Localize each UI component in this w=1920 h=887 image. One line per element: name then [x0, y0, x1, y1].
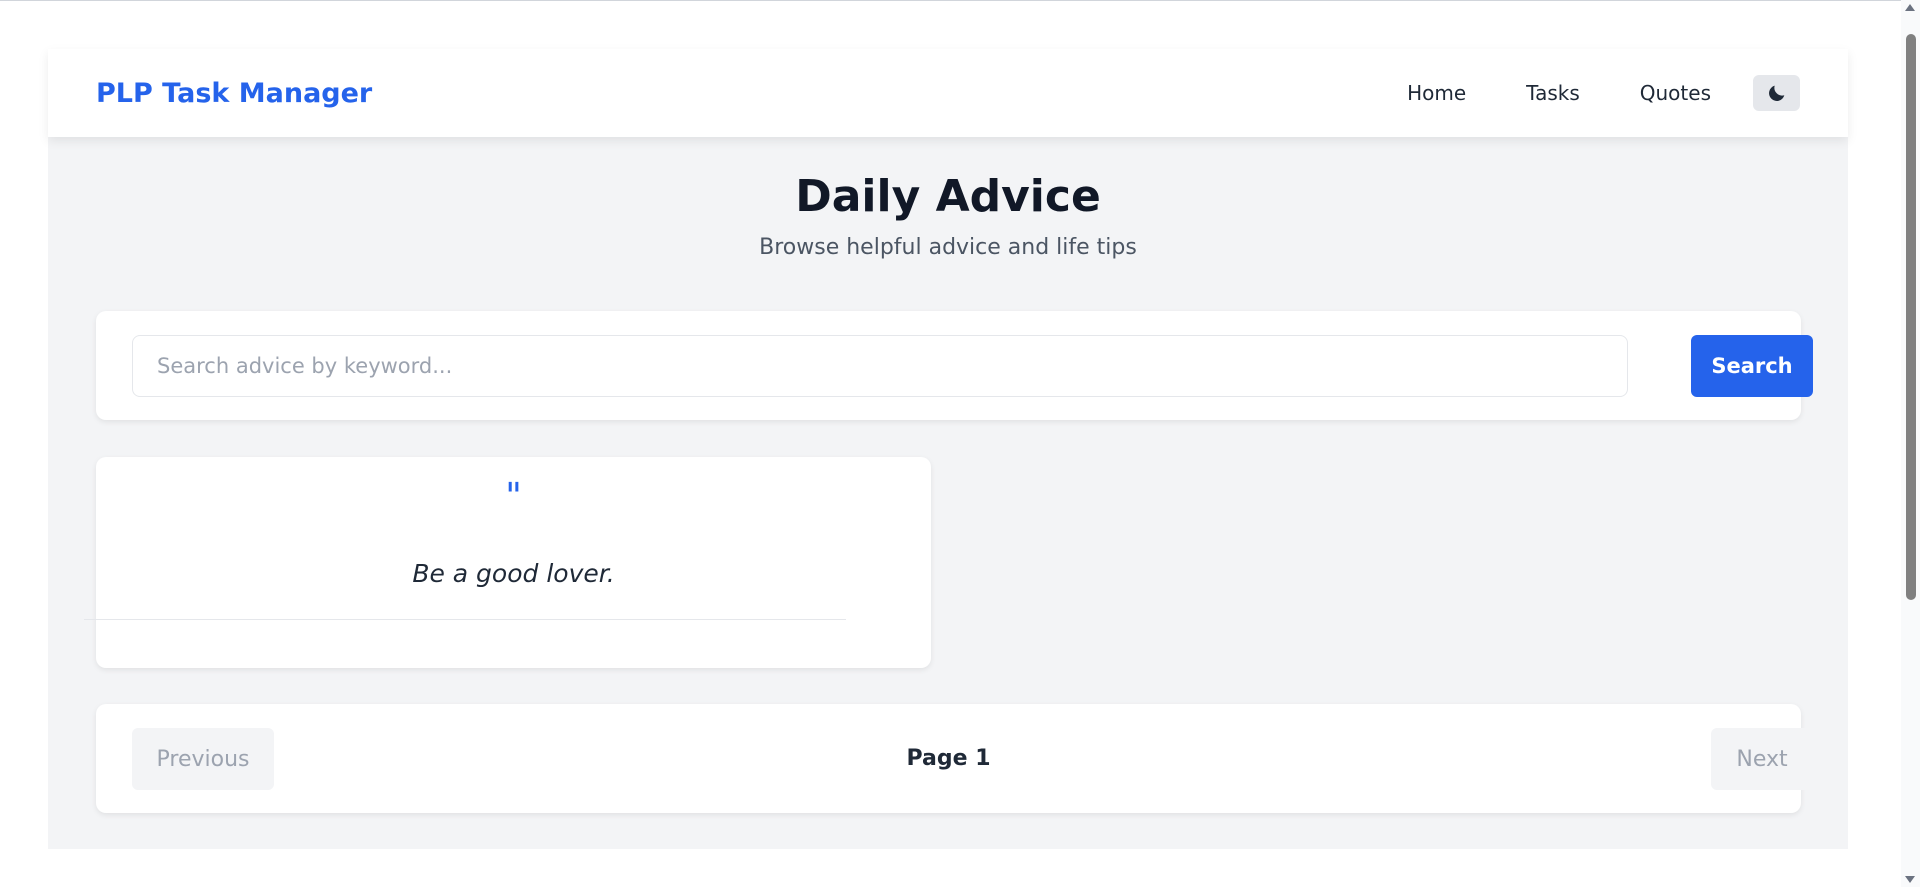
page-title: Daily Advice: [795, 171, 1101, 222]
advice-divider: [84, 619, 846, 620]
advice-card: " Be a good lover.: [96, 457, 931, 668]
nav-link-tasks[interactable]: Tasks: [1526, 81, 1580, 105]
app-container: PLP Task Manager Home Tasks Quotes Daily…: [48, 49, 1848, 887]
window-top-border: [0, 0, 1920, 1]
brand-logo[interactable]: PLP Task Manager: [96, 78, 372, 109]
theme-toggle-button[interactable]: [1753, 75, 1800, 111]
nav-link-quotes[interactable]: Quotes: [1640, 81, 1711, 105]
moon-icon: [1768, 85, 1784, 101]
search-input[interactable]: [132, 335, 1628, 397]
pagination-card: Previous Page 1 Next: [96, 704, 1813, 813]
page-indicator: Page 1: [906, 746, 991, 771]
navbar: PLP Task Manager Home Tasks Quotes: [48, 49, 1848, 137]
nav-links: Home Tasks Quotes: [1347, 75, 1800, 111]
vertical-scrollbar[interactable]: [1901, 0, 1920, 887]
scroll-up-arrow-icon[interactable]: [1905, 4, 1915, 11]
advice-text: Be a good lover.: [412, 559, 615, 588]
search-card: Search: [96, 311, 1813, 420]
search-button[interactable]: Search: [1691, 335, 1813, 397]
quote-icon: ": [505, 476, 522, 517]
scrollbar-thumb[interactable]: [1906, 34, 1916, 600]
page-subtitle: Browse helpful advice and life tips: [759, 235, 1137, 261]
page-header: Daily Advice Browse helpful advice and l…: [48, 171, 1848, 261]
footer: [48, 849, 1848, 887]
next-button[interactable]: Next: [1711, 728, 1813, 790]
scroll-down-arrow-icon[interactable]: [1905, 876, 1915, 883]
nav-link-home[interactable]: Home: [1407, 81, 1466, 105]
